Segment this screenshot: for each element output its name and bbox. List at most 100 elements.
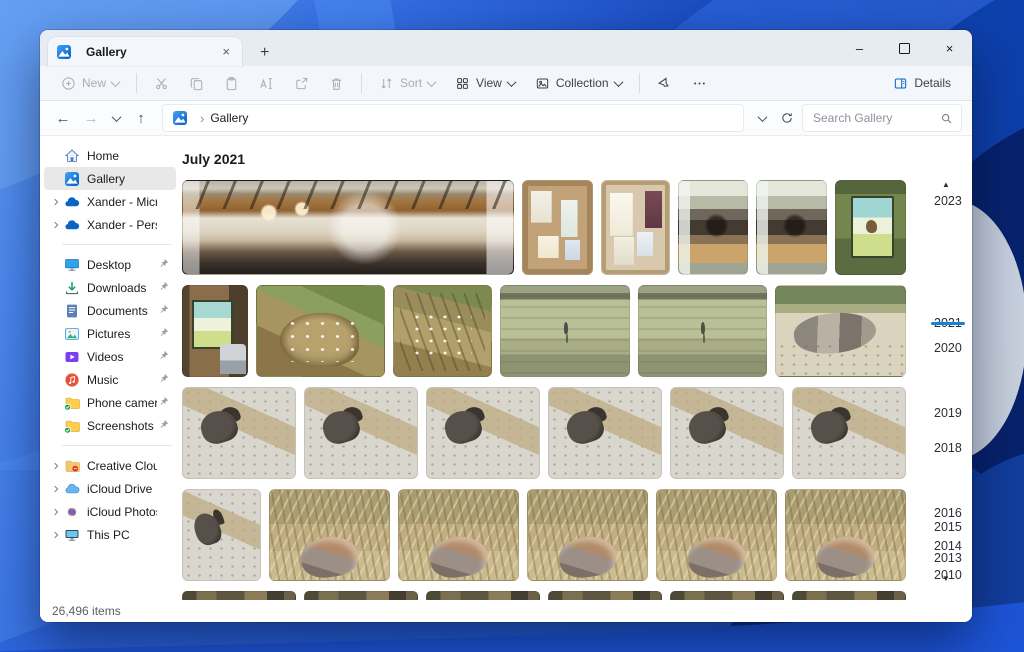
sidebar-item-downloads[interactable]: Downloads — [44, 276, 176, 299]
photo-thumbnail-dark-bird-on-sand[interactable] — [426, 387, 540, 479]
timeline-year-2023[interactable]: 2023 — [934, 194, 962, 208]
photo-thumbnail-coffee-roaster-sacks[interactable] — [756, 180, 827, 275]
chevron-right-icon[interactable] — [48, 530, 64, 540]
timeline-year-2016[interactable]: 2016 — [934, 506, 962, 520]
share-button[interactable] — [285, 71, 318, 96]
pin-icon — [157, 349, 172, 365]
sidebar-item-label: Xander - Microsoft — [87, 195, 157, 209]
photo-thumbnail-bird-sign-on-post[interactable] — [835, 180, 906, 275]
photo-thumbnail-driftwood-on-beach[interactable] — [775, 285, 906, 377]
back-button[interactable]: ← — [50, 105, 76, 131]
sidebar-item-phone-camera-roll[interactable]: Phone camera roll — [44, 391, 176, 414]
photo-thumbnail-dark-bird-on-sand[interactable] — [548, 387, 662, 479]
collection-button[interactable]: Collection — [526, 71, 631, 96]
minimize-button[interactable]: – — [837, 30, 882, 66]
sort-button[interactable]: Sort — [370, 71, 444, 96]
photo-thumbnail-clipped-photo[interactable] — [426, 591, 540, 600]
downloads-icon — [64, 280, 81, 296]
navigation-bar: ← → ↑ › Gallery — [40, 101, 972, 136]
photo-thumbnail-grass-nest-close[interactable] — [393, 285, 492, 377]
photo-thumbnail-sparrow-in-dry-grass[interactable] — [785, 489, 906, 581]
photo-thumbnail-dark-bird-on-sand[interactable] — [792, 387, 906, 479]
photo-thumbnail-marsh-wading-bird[interactable] — [500, 285, 630, 377]
sidebar-item-pictures[interactable]: Pictures — [44, 322, 176, 345]
photo-thumbnail-sparrow-in-dry-grass[interactable] — [656, 489, 777, 581]
address-bar[interactable]: › Gallery — [162, 104, 744, 132]
photo-thumbnail-sign-on-post[interactable] — [182, 285, 248, 377]
copy-button[interactable] — [180, 71, 213, 96]
up-button[interactable]: ↑ — [128, 105, 154, 131]
sidebar-item-gallery[interactable]: Gallery — [44, 167, 176, 190]
navigation-sidebar: HomeGallery Xander - Microsoft Xander - Pe… — [40, 136, 180, 600]
rename-button[interactable] — [250, 71, 283, 96]
address-dropdown-button[interactable] — [752, 105, 772, 131]
search-input[interactable] — [811, 110, 934, 126]
sidebar-item-xander-personal[interactable]: Xander - Personal — [44, 213, 176, 236]
photo-thumbnail-coffee-roaster-sacks[interactable] — [678, 180, 748, 275]
timeline-year-2020[interactable]: 2020 — [934, 341, 962, 355]
details-button[interactable]: Details — [884, 71, 960, 96]
photo-thumbnail-clipped-photo[interactable] — [182, 591, 296, 600]
sidebar-item-icloud-photos[interactable]: iCloud Photos — [44, 500, 176, 523]
photo-thumbnail-sparrow-in-dry-grass[interactable] — [269, 489, 390, 581]
sidebar-item-label: Documents — [87, 304, 157, 318]
view-button[interactable]: View — [446, 71, 524, 96]
chevron-right-icon[interactable] — [48, 197, 64, 207]
timeline-up-arrow[interactable]: ▲ — [942, 180, 950, 189]
onedrive-icon — [64, 194, 81, 210]
photo-thumbnail-cafe-interior-panorama[interactable] — [182, 180, 514, 275]
timeline-year-2021[interactable]: 2021 — [934, 316, 962, 330]
filter-button[interactable] — [648, 71, 681, 96]
cut-button[interactable] — [145, 71, 178, 96]
sidebar-item-this-pc[interactable]: This PC — [44, 523, 176, 546]
sidebar-item-creative-cloud-files[interactable]: Creative Cloud Files — [44, 454, 176, 477]
photo-thumbnail-clipped-photo[interactable] — [670, 591, 784, 600]
refresh-button[interactable] — [774, 105, 800, 131]
more-button[interactable] — [683, 71, 716, 96]
timeline-year-2013[interactable]: 2013 — [934, 551, 962, 565]
photo-thumbnail-clipped-photo[interactable] — [304, 591, 418, 600]
timeline-year-2018[interactable]: 2018 — [934, 441, 962, 455]
forward-button[interactable]: → — [78, 105, 104, 131]
photo-thumbnail-corkboard-posters[interactable] — [522, 180, 592, 275]
photo-thumbnail-sparrow-in-dry-grass[interactable] — [527, 489, 648, 581]
chevron-right-icon[interactable] — [48, 461, 64, 471]
timeline-year-2019[interactable]: 2019 — [934, 406, 962, 420]
close-button[interactable]: × — [927, 30, 972, 66]
maximize-button[interactable] — [882, 30, 927, 66]
tab-gallery[interactable]: Gallery × — [48, 37, 242, 66]
breadcrumb-gallery[interactable]: Gallery — [210, 111, 248, 125]
sidebar-item-desktop[interactable]: Desktop — [44, 253, 176, 276]
photo-thumbnail-dark-bird-on-sand[interactable] — [670, 387, 784, 479]
photo-thumbnail-bulletin-board[interactable] — [601, 180, 670, 275]
timeline-down-arrow[interactable]: ▼ — [942, 574, 950, 583]
new-tab-button[interactable]: + — [254, 45, 275, 61]
recent-locations-button[interactable] — [106, 105, 126, 131]
photo-thumbnail-sparrow-in-dry-grass[interactable] — [398, 489, 519, 581]
photo-thumbnail-grass-nest-wide[interactable] — [256, 285, 386, 377]
photo-thumbnail-clipped-photo[interactable] — [792, 591, 906, 600]
paste-button[interactable] — [215, 71, 248, 96]
desktop-icon — [64, 257, 81, 273]
sidebar-item-xander-microsoft[interactable]: Xander - Microsoft — [44, 190, 176, 213]
sidebar-item-music[interactable]: Music — [44, 368, 176, 391]
photo-thumbnail-clipped-photo[interactable] — [548, 591, 662, 600]
chevron-right-icon[interactable] — [48, 220, 64, 230]
new-button[interactable]: New — [52, 71, 128, 96]
photo-thumbnail-dark-bird-on-sand[interactable] — [182, 489, 261, 581]
delete-button[interactable] — [320, 71, 353, 96]
sidebar-item-screenshots[interactable]: Screenshots — [44, 414, 176, 437]
sidebar-item-icloud-drive[interactable]: iCloud Drive — [44, 477, 176, 500]
timeline-scrubber[interactable]: ▲202320212020201920182016201520142013201… — [928, 136, 972, 600]
photo-thumbnail-dark-bird-on-sand[interactable] — [182, 387, 296, 479]
sidebar-item-documents[interactable]: Documents — [44, 299, 176, 322]
toolbar-divider — [361, 73, 362, 93]
photo-thumbnail-dark-bird-on-sand[interactable] — [304, 387, 418, 479]
photo-thumbnail-marsh-wading-bird[interactable] — [638, 285, 768, 377]
tab-close-button[interactable]: × — [218, 44, 234, 59]
timeline-year-2015[interactable]: 2015 — [934, 520, 962, 534]
sidebar-item-home[interactable]: Home — [44, 144, 176, 167]
chevron-right-icon[interactable] — [48, 484, 64, 494]
chevron-right-icon[interactable] — [48, 507, 64, 517]
sidebar-item-videos[interactable]: Videos — [44, 345, 176, 368]
